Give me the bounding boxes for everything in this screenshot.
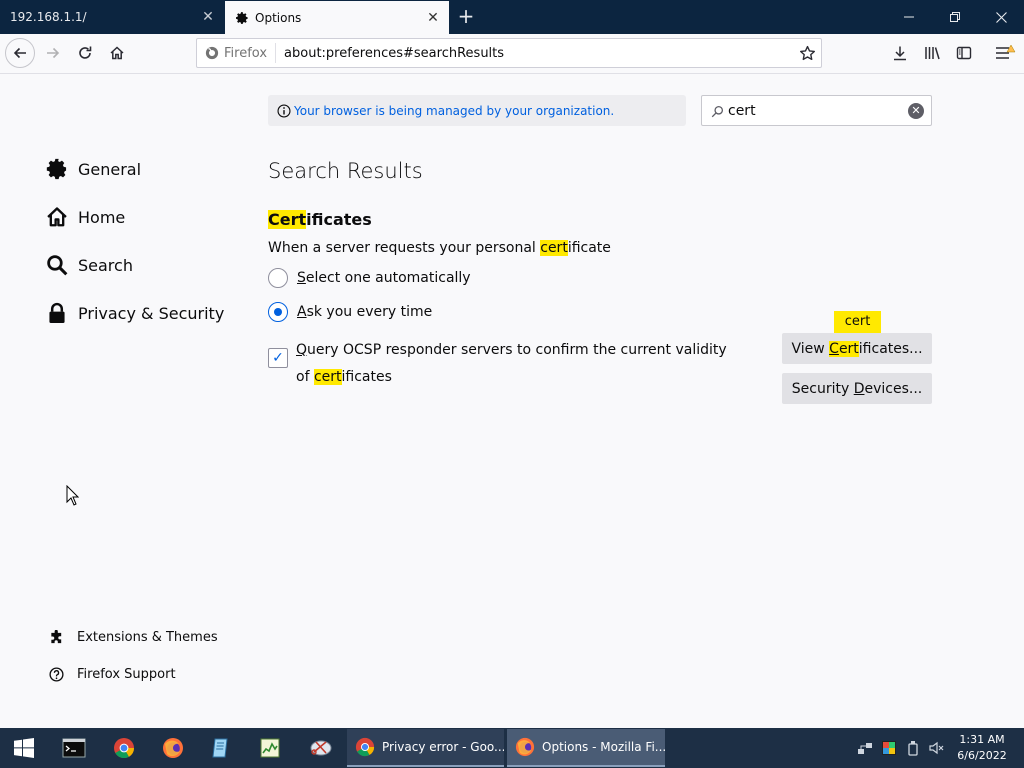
ocsp-label: Query OCSP responder servers to confirm … xyxy=(296,342,727,385)
puzzle-icon xyxy=(48,629,64,645)
notepad-icon[interactable] xyxy=(205,732,237,764)
security-devices-button[interactable]: Security Devices... xyxy=(782,373,932,404)
search-highlight: cert xyxy=(540,240,568,256)
extensions-themes-link[interactable]: Extensions & Themes xyxy=(48,629,218,645)
view-certificates-button[interactable]: View Cert ificates... xyxy=(782,333,932,364)
firefox-icon xyxy=(205,46,219,60)
clock-date: 6/6/2022 xyxy=(957,749,1007,762)
bookmark-star-icon[interactable] xyxy=(799,45,816,66)
start-button[interactable] xyxy=(8,732,40,764)
url-bar[interactable]: Firefox about:preferences#searchResults xyxy=(196,38,822,68)
navigation-toolbar: Firefox about:preferences#searchResults xyxy=(0,34,1024,74)
firefox-support-label: Firefox Support xyxy=(77,666,176,682)
preferences-search-input[interactable]: cert ✕ xyxy=(701,95,932,126)
search-highlight: cert xyxy=(313,369,342,385)
taskbar-app-chrome[interactable]: Privacy error - Goo... xyxy=(347,729,504,767)
radio-button[interactable] xyxy=(268,268,288,288)
category-label: General xyxy=(78,159,142,179)
forward-button[interactable] xyxy=(38,38,68,68)
category-general[interactable]: General xyxy=(45,157,141,181)
certificate-request-description: When a server requests your personal cer… xyxy=(268,240,611,256)
taskbar-app-firefox[interactable]: Options - Mozilla Fi... xyxy=(507,729,665,767)
display-icon[interactable] xyxy=(881,740,897,756)
snipping-tool-icon[interactable] xyxy=(305,732,337,764)
radio-select-automatically[interactable]: Select one automatically xyxy=(268,268,471,288)
search-input-value: cert xyxy=(728,103,756,119)
reload-button[interactable] xyxy=(70,38,100,68)
extensions-themes-label: Extensions & Themes xyxy=(77,629,218,645)
close-tab-icon[interactable]: ✕ xyxy=(425,10,441,26)
tab-options[interactable]: Options ✕ xyxy=(225,1,449,34)
policy-banner-text: Your browser is being managed by your or… xyxy=(294,103,615,118)
category-label: Home xyxy=(78,207,126,227)
app-menu-button[interactable] xyxy=(990,38,1020,68)
library-button[interactable] xyxy=(917,38,947,68)
tab-strip: 192.168.1.1/ ✕ Options ✕ + xyxy=(0,0,1024,34)
category-label: Privacy & Security xyxy=(78,303,225,323)
search-icon xyxy=(711,103,724,122)
terminal-icon[interactable] xyxy=(58,732,90,764)
identity-box[interactable]: Firefox xyxy=(197,43,277,63)
category-search[interactable]: Search xyxy=(45,253,133,277)
category-home[interactable]: Home xyxy=(45,205,125,229)
category-label: Search xyxy=(78,255,133,275)
radio-label: Ask you every time xyxy=(297,304,433,320)
network-icon[interactable] xyxy=(857,740,873,756)
taskbar-app-title: Privacy error - Goo... xyxy=(382,740,504,754)
tab-192-168-1-1[interactable]: 192.168.1.1/ ✕ xyxy=(0,0,224,34)
desc-text: ificate xyxy=(567,240,611,256)
clock-time: 1:31 AM xyxy=(959,733,1005,746)
clear-search-icon[interactable]: ✕ xyxy=(908,103,924,119)
heading-text: ificates xyxy=(306,210,372,229)
windows-taskbar: Privacy error - Goo... Options - Mozilla… xyxy=(0,728,1024,768)
firefox-support-link[interactable]: Firefox Support xyxy=(48,666,176,682)
system-clock[interactable]: 1:31 AM 6/6/2022 xyxy=(952,732,1012,764)
tab-title: 192.168.1.1/ xyxy=(10,10,87,24)
back-button[interactable] xyxy=(5,38,35,68)
radio-button-checked[interactable] xyxy=(268,302,288,322)
task-manager-icon[interactable] xyxy=(254,732,286,764)
chrome-icon xyxy=(355,737,375,757)
category-privacy-security[interactable]: Privacy & Security xyxy=(45,301,224,325)
downloads-button[interactable] xyxy=(885,38,915,68)
search-match-tooltip: cert xyxy=(834,311,881,333)
help-icon xyxy=(48,666,64,682)
radio-ask-every-time[interactable]: Ask you every time xyxy=(268,302,432,322)
usb-device-icon[interactable] xyxy=(905,740,921,756)
new-tab-button[interactable]: + xyxy=(455,6,477,28)
firefox-icon[interactable] xyxy=(157,732,189,764)
close-window-button[interactable] xyxy=(978,0,1024,34)
restore-button[interactable] xyxy=(932,0,978,34)
minimize-button[interactable] xyxy=(886,0,932,34)
search-highlight: Cert xyxy=(268,210,307,229)
url-text: about:preferences#searchResults xyxy=(284,45,505,61)
page-title: Search Results xyxy=(268,159,423,183)
tab-title: Options xyxy=(255,10,302,25)
ocsp-checkbox[interactable]: ✓ xyxy=(268,348,288,368)
desc-text: When a server requests your personal xyxy=(268,240,541,256)
identity-label: Firefox xyxy=(224,45,268,61)
mouse-cursor-icon xyxy=(66,484,80,510)
close-tab-icon[interactable]: ✕ xyxy=(200,9,216,25)
chrome-icon[interactable] xyxy=(108,732,140,764)
policy-banner[interactable]: Your browser is being managed by your or… xyxy=(268,95,686,126)
taskbar-app-title: Options - Mozilla Fi... xyxy=(542,740,665,754)
gear-icon xyxy=(235,11,249,25)
info-icon xyxy=(277,103,291,118)
certificates-heading: Certificates xyxy=(268,210,372,229)
home-icon xyxy=(45,205,69,229)
search-icon xyxy=(45,253,69,277)
preferences-page: Your browser is being managed by your or… xyxy=(0,75,1024,728)
gear-icon xyxy=(45,157,69,181)
home-button[interactable] xyxy=(102,38,132,68)
volume-muted-icon[interactable] xyxy=(928,740,944,756)
lock-icon xyxy=(45,301,69,325)
radio-label: Select one automatically xyxy=(297,270,471,286)
sidebar-button[interactable] xyxy=(949,38,979,68)
firefox-icon xyxy=(515,737,535,757)
